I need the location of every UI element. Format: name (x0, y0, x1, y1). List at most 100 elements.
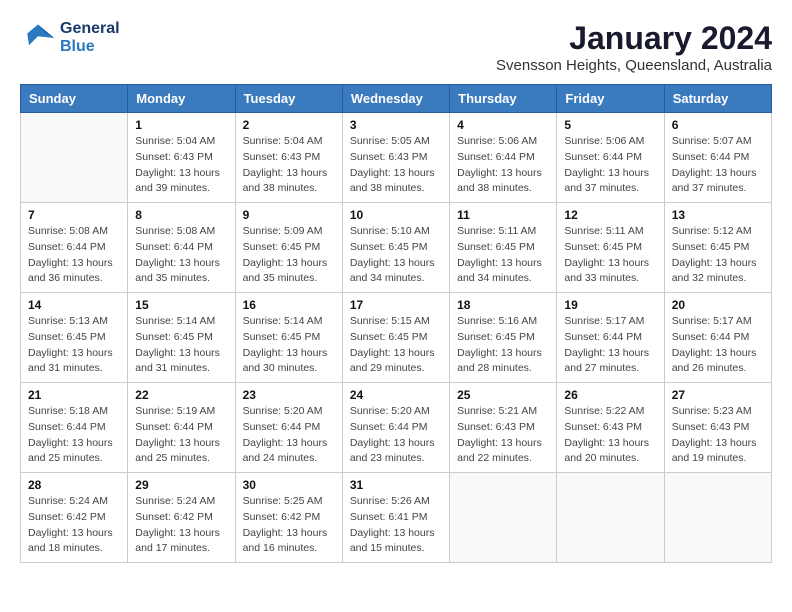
day-info: Sunrise: 5:08 AM Sunset: 6:44 PM Dayligh… (28, 224, 120, 287)
calendar-day: 21 Sunrise: 5:18 AM Sunset: 6:44 PM Dayl… (21, 383, 128, 473)
day-info: Sunrise: 5:24 AM Sunset: 6:42 PM Dayligh… (28, 494, 120, 557)
calendar-week-3: 14 Sunrise: 5:13 AM Sunset: 6:45 PM Dayl… (21, 293, 772, 383)
sunrise-text: Sunrise: 5:10 AM (350, 224, 442, 240)
sunset-text: Sunset: 6:45 PM (564, 240, 656, 256)
sunset-text: Sunset: 6:44 PM (28, 420, 120, 436)
daylight-text: Daylight: 13 hours and 34 minutes. (457, 256, 549, 288)
day-number: 16 (243, 298, 335, 312)
calendar-day: 12 Sunrise: 5:11 AM Sunset: 6:45 PM Dayl… (557, 203, 664, 293)
calendar-day: 26 Sunrise: 5:22 AM Sunset: 6:43 PM Dayl… (557, 383, 664, 473)
day-header-sunday: Sunday (21, 85, 128, 113)
day-header-thursday: Thursday (450, 85, 557, 113)
sunset-text: Sunset: 6:43 PM (672, 420, 764, 436)
sunrise-text: Sunrise: 5:22 AM (564, 404, 656, 420)
day-number: 24 (350, 388, 442, 402)
sunrise-text: Sunrise: 5:13 AM (28, 314, 120, 330)
sunset-text: Sunset: 6:42 PM (243, 510, 335, 526)
day-number: 5 (564, 118, 656, 132)
day-number: 8 (135, 208, 227, 222)
day-number: 9 (243, 208, 335, 222)
day-number: 26 (564, 388, 656, 402)
daylight-text: Daylight: 13 hours and 33 minutes. (564, 256, 656, 288)
sunrise-text: Sunrise: 5:24 AM (28, 494, 120, 510)
calendar-day: 18 Sunrise: 5:16 AM Sunset: 6:45 PM Dayl… (450, 293, 557, 383)
day-info: Sunrise: 5:22 AM Sunset: 6:43 PM Dayligh… (564, 404, 656, 467)
sunset-text: Sunset: 6:42 PM (28, 510, 120, 526)
sunset-text: Sunset: 6:43 PM (243, 150, 335, 166)
day-number: 27 (672, 388, 764, 402)
calendar-table: SundayMondayTuesdayWednesdayThursdayFrid… (20, 84, 772, 563)
day-info: Sunrise: 5:12 AM Sunset: 6:45 PM Dayligh… (672, 224, 764, 287)
daylight-text: Daylight: 13 hours and 22 minutes. (457, 436, 549, 468)
sunrise-text: Sunrise: 5:21 AM (457, 404, 549, 420)
sunrise-text: Sunrise: 5:17 AM (564, 314, 656, 330)
calendar-day: 11 Sunrise: 5:11 AM Sunset: 6:45 PM Dayl… (450, 203, 557, 293)
sunrise-text: Sunrise: 5:04 AM (135, 134, 227, 150)
day-info: Sunrise: 5:20 AM Sunset: 6:44 PM Dayligh… (243, 404, 335, 467)
day-info: Sunrise: 5:08 AM Sunset: 6:44 PM Dayligh… (135, 224, 227, 287)
main-title: January 2024 (496, 20, 772, 57)
sunset-text: Sunset: 6:45 PM (350, 330, 442, 346)
calendar-week-4: 21 Sunrise: 5:18 AM Sunset: 6:44 PM Dayl… (21, 383, 772, 473)
calendar-day: 9 Sunrise: 5:09 AM Sunset: 6:45 PM Dayli… (235, 203, 342, 293)
day-number: 29 (135, 478, 227, 492)
day-info: Sunrise: 5:04 AM Sunset: 6:43 PM Dayligh… (243, 134, 335, 197)
sunset-text: Sunset: 6:44 PM (350, 420, 442, 436)
sunrise-text: Sunrise: 5:06 AM (564, 134, 656, 150)
day-number: 7 (28, 208, 120, 222)
sunset-text: Sunset: 6:42 PM (135, 510, 227, 526)
sunrise-text: Sunrise: 5:14 AM (243, 314, 335, 330)
sunset-text: Sunset: 6:41 PM (350, 510, 442, 526)
daylight-text: Daylight: 13 hours and 27 minutes. (564, 346, 656, 378)
daylight-text: Daylight: 13 hours and 31 minutes. (28, 346, 120, 378)
day-info: Sunrise: 5:11 AM Sunset: 6:45 PM Dayligh… (457, 224, 549, 287)
sunset-text: Sunset: 6:45 PM (28, 330, 120, 346)
sunrise-text: Sunrise: 5:12 AM (672, 224, 764, 240)
sunset-text: Sunset: 6:45 PM (135, 330, 227, 346)
day-number: 28 (28, 478, 120, 492)
sunrise-text: Sunrise: 5:08 AM (28, 224, 120, 240)
calendar-day (664, 473, 771, 563)
calendar-week-1: 1 Sunrise: 5:04 AM Sunset: 6:43 PM Dayli… (21, 113, 772, 203)
sunrise-text: Sunrise: 5:23 AM (672, 404, 764, 420)
sunrise-text: Sunrise: 5:17 AM (672, 314, 764, 330)
day-info: Sunrise: 5:04 AM Sunset: 6:43 PM Dayligh… (135, 134, 227, 197)
day-header-friday: Friday (557, 85, 664, 113)
day-number: 25 (457, 388, 549, 402)
sunrise-text: Sunrise: 5:26 AM (350, 494, 442, 510)
day-info: Sunrise: 5:24 AM Sunset: 6:42 PM Dayligh… (135, 494, 227, 557)
sunset-text: Sunset: 6:43 PM (564, 420, 656, 436)
sunset-text: Sunset: 6:45 PM (243, 330, 335, 346)
sunset-text: Sunset: 6:44 PM (672, 330, 764, 346)
sunrise-text: Sunrise: 5:25 AM (243, 494, 335, 510)
sunrise-text: Sunrise: 5:15 AM (350, 314, 442, 330)
title-area: January 2024 Svensson Heights, Queenslan… (496, 20, 772, 74)
day-info: Sunrise: 5:13 AM Sunset: 6:45 PM Dayligh… (28, 314, 120, 377)
sunset-text: Sunset: 6:44 PM (457, 150, 549, 166)
day-number: 23 (243, 388, 335, 402)
daylight-text: Daylight: 13 hours and 25 minutes. (135, 436, 227, 468)
day-info: Sunrise: 5:25 AM Sunset: 6:42 PM Dayligh… (243, 494, 335, 557)
daylight-text: Daylight: 13 hours and 38 minutes. (350, 166, 442, 198)
day-number: 17 (350, 298, 442, 312)
day-number: 19 (564, 298, 656, 312)
day-info: Sunrise: 5:19 AM Sunset: 6:44 PM Dayligh… (135, 404, 227, 467)
day-header-wednesday: Wednesday (342, 85, 449, 113)
page-header: General Blue January 2024 Svensson Heigh… (20, 20, 772, 74)
day-header-saturday: Saturday (664, 85, 771, 113)
daylight-text: Daylight: 13 hours and 35 minutes. (135, 256, 227, 288)
calendar-day: 25 Sunrise: 5:21 AM Sunset: 6:43 PM Dayl… (450, 383, 557, 473)
calendar-day (557, 473, 664, 563)
logo-text: General Blue (60, 20, 120, 56)
daylight-text: Daylight: 13 hours and 31 minutes. (135, 346, 227, 378)
daylight-text: Daylight: 13 hours and 18 minutes. (28, 526, 120, 558)
day-info: Sunrise: 5:11 AM Sunset: 6:45 PM Dayligh… (564, 224, 656, 287)
sunrise-text: Sunrise: 5:06 AM (457, 134, 549, 150)
day-number: 1 (135, 118, 227, 132)
sunrise-text: Sunrise: 5:11 AM (564, 224, 656, 240)
sunrise-text: Sunrise: 5:19 AM (135, 404, 227, 420)
day-number: 13 (672, 208, 764, 222)
day-info: Sunrise: 5:06 AM Sunset: 6:44 PM Dayligh… (457, 134, 549, 197)
calendar-day: 15 Sunrise: 5:14 AM Sunset: 6:45 PM Dayl… (128, 293, 235, 383)
day-header-tuesday: Tuesday (235, 85, 342, 113)
